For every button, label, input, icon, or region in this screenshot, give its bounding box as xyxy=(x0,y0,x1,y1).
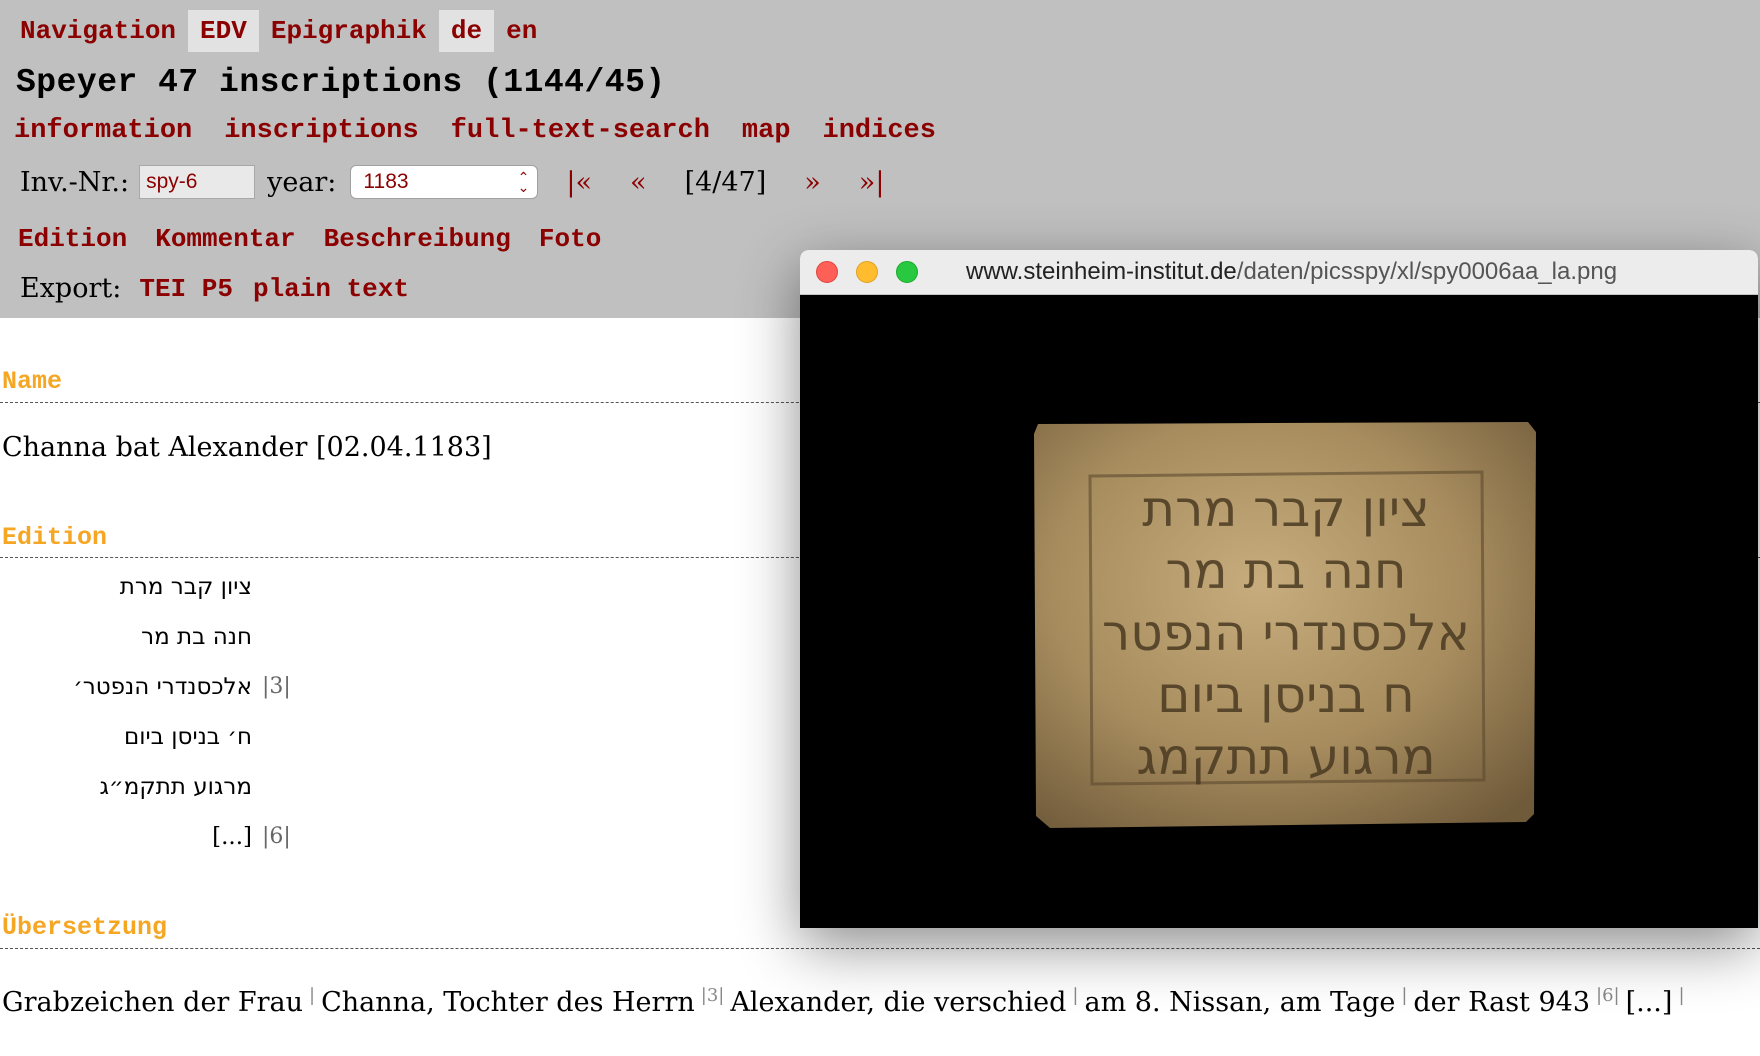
top-navigation: Navigation EDV Epigraphik de en xyxy=(8,10,549,52)
gravestone-photo: ציון קבר מרת חנה בת מר אלכסנדרי הנפטר ח … xyxy=(1034,422,1536,828)
link-beschreibung[interactable]: Beschreibung xyxy=(324,224,511,254)
link-foto[interactable]: Foto xyxy=(539,224,601,254)
edition-line-5: מרגוע תתקמ״ג xyxy=(99,774,252,800)
translation-segment: am 8. Nissan, am Tage xyxy=(1084,987,1396,1018)
zoom-window-icon[interactable] xyxy=(896,261,918,283)
subnav-information[interactable]: information xyxy=(14,116,192,146)
inv-number-input[interactable]: spy-6 xyxy=(139,165,256,199)
window-url: www.steinheim-institut.de/daten/picsspy/… xyxy=(966,250,1617,294)
section-links: Edition Kommentar Beschreibung Foto xyxy=(18,224,601,254)
subnav-full-text-search[interactable]: full-text-search xyxy=(451,116,710,146)
edition-heading: Edition xyxy=(2,523,108,552)
export-row: Export: TEI P5 plain text xyxy=(20,273,409,304)
line-number-3: |3| xyxy=(262,674,291,699)
record-position: [4/47] xyxy=(684,166,767,198)
translation-heading: Übersetzung xyxy=(2,913,168,942)
line-separator: | xyxy=(1401,985,1408,1006)
nav-navigation[interactable]: Navigation xyxy=(8,10,188,52)
window-titlebar[interactable]: www.steinheim-institut.de/daten/picsspy/… xyxy=(800,250,1758,295)
select-updown-icon: ⌃ ⌄ xyxy=(517,169,530,195)
lang-de[interactable]: de xyxy=(438,10,495,52)
line-number-6: |6| xyxy=(262,824,291,849)
export-plain-text-link[interactable]: plain text xyxy=(253,274,409,304)
edition-line-2: חנה בת מר xyxy=(141,624,252,650)
translation-segment: Channa, Tochter des Herrn xyxy=(321,987,695,1018)
previous-record-link[interactable]: « xyxy=(630,167,647,198)
stone-inscription-line: חנה בת מר xyxy=(1165,542,1406,600)
year-select[interactable]: 1183 ⌃ ⌄ xyxy=(350,165,539,199)
edition-line-4: ח׳ בניסן ביום xyxy=(123,724,252,750)
url-host: www.steinheim-institut.de xyxy=(966,258,1237,285)
line-separator: | xyxy=(309,985,316,1006)
inv-number-value: spy-6 xyxy=(146,170,198,193)
link-edition[interactable]: Edition xyxy=(18,224,127,254)
subnav-inscriptions[interactable]: inscriptions xyxy=(224,116,418,146)
stone-inscription-line: מרגוע תתקמג xyxy=(1136,728,1435,786)
image-popup-window[interactable]: www.steinheim-institut.de/daten/picsspy/… xyxy=(800,250,1758,928)
translation-divider xyxy=(0,948,1760,949)
line-separator: |3| xyxy=(700,985,725,1006)
translation-segment: Alexander, die verschied xyxy=(730,987,1067,1018)
url-path: /daten/picsspy/xl/spy0006aa_la.png xyxy=(1236,258,1618,285)
sub-navigation: information inscriptions full-text-searc… xyxy=(14,116,936,146)
translation-segment: Grabzeichen der Frau xyxy=(2,987,304,1018)
inv-label: Inv.-Nr.: xyxy=(20,166,130,198)
link-kommentar[interactable]: Kommentar xyxy=(155,224,295,254)
next-record-link[interactable]: » xyxy=(804,167,821,198)
line-separator: |6| xyxy=(1596,985,1620,1006)
stone-inscription-line: אלכסנדרי הנפטר xyxy=(1102,604,1470,662)
edition-line-1: ציון קבר מרת xyxy=(119,574,252,600)
export-label: Export: xyxy=(20,273,122,304)
page-title: Speyer 47 inscriptions (1144/45) xyxy=(16,64,666,101)
nav-edv[interactable]: EDV xyxy=(188,10,259,52)
stone-inscription-line: ח בניסן ביום xyxy=(1157,666,1415,724)
lang-en[interactable]: en xyxy=(494,10,549,52)
translation-segment: der Rast 943 xyxy=(1413,987,1591,1018)
year-label: year: xyxy=(267,166,337,198)
line-separator: | xyxy=(1678,985,1685,1006)
year-value: 1183 xyxy=(363,170,409,193)
edition-line-3: אלכסנדרי הנפטר׳ xyxy=(73,674,252,700)
stone-inscription-line: ציון קבר מרת xyxy=(1142,480,1430,538)
nav-epigraphik[interactable]: Epigraphik xyxy=(259,10,439,52)
person-name: Channa bat Alexander [02.04.1183] xyxy=(2,432,492,463)
translation-segment: [...] xyxy=(1625,987,1673,1018)
edition-line-6: [...] xyxy=(212,824,252,850)
last-record-link[interactable]: »| xyxy=(859,167,885,198)
first-record-link[interactable]: |« xyxy=(566,167,592,198)
subnav-map[interactable]: map xyxy=(742,116,791,146)
close-window-icon[interactable] xyxy=(816,261,838,283)
subnav-indices[interactable]: indices xyxy=(823,116,936,146)
line-separator: | xyxy=(1072,985,1079,1006)
minimize-window-icon[interactable] xyxy=(856,261,878,283)
export-tei-link[interactable]: TEI P5 xyxy=(139,274,233,304)
name-heading: Name xyxy=(2,367,63,396)
record-controls: Inv.-Nr.: spy-6 year: 1183 ⌃ ⌄ |« « [4/47… xyxy=(20,160,922,204)
translation-text: Grabzeichen der Frau | Channa, Tochter des… xyxy=(2,985,1691,1018)
